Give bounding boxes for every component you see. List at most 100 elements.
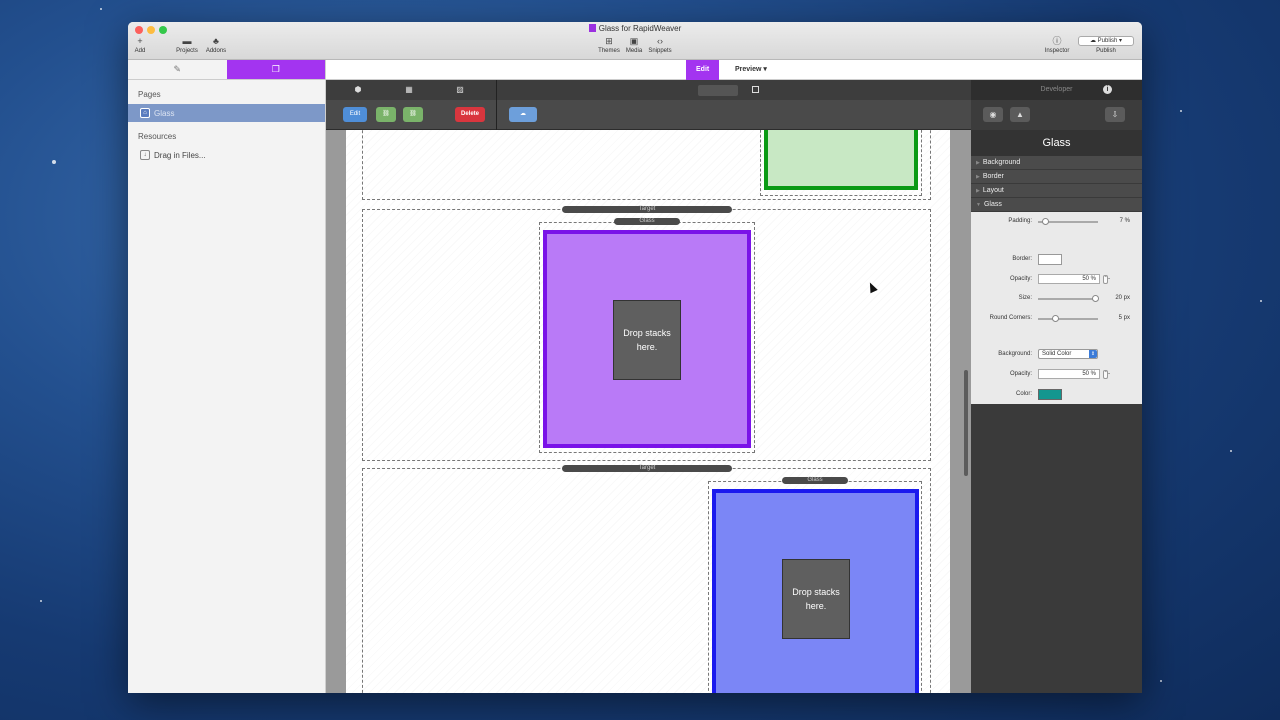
publish-button[interactable]: ☁ Publish ▾ Publish xyxy=(1076,36,1136,54)
projects-label: Projects xyxy=(176,48,198,54)
background-label: Background: xyxy=(998,351,1032,357)
layout-icon[interactable]: ▦ xyxy=(404,85,414,95)
target-label[interactable]: Target xyxy=(562,465,732,472)
publish-label: Publish xyxy=(1096,48,1116,54)
opacity-field[interactable]: 50 % xyxy=(1038,274,1100,284)
target-label[interactable]: Target xyxy=(562,206,732,213)
media-button[interactable]: ▣ Media xyxy=(624,36,644,54)
padding-label: Padding: xyxy=(1008,218,1032,224)
glass-settings: Padding: 7 % Border: Opacity: 50 % ⌃⌄ Si… xyxy=(971,212,1142,404)
addons-button[interactable]: ♣ Addons xyxy=(204,36,228,54)
unlink-icon: ⛓ xyxy=(409,111,417,117)
tools-tab[interactable]: ✎ xyxy=(128,60,227,79)
star xyxy=(1230,450,1232,452)
border-color-swatch[interactable] xyxy=(1038,254,1062,265)
round-corners-slider[interactable] xyxy=(1038,315,1098,322)
color-row: Color: xyxy=(971,389,1142,401)
image-icon[interactable]: ▨ xyxy=(455,85,465,95)
edit-mode-button[interactable]: Edit xyxy=(686,60,720,80)
opacity-stepper[interactable]: ⌃⌄ xyxy=(1103,275,1111,284)
unlink-button[interactable]: ⛓ xyxy=(403,107,423,122)
info-icon[interactable]: i xyxy=(1103,85,1112,94)
eye-icon[interactable]: ◉ xyxy=(983,107,1003,122)
disclosure-right-icon: ▶ xyxy=(976,160,980,166)
glass-panel-green[interactable] xyxy=(764,130,918,190)
round-corners-row: Round Corners: 5 px xyxy=(971,313,1142,325)
themes-button[interactable]: ⊞ Themes xyxy=(597,36,621,54)
inspector-button[interactable]: ⓘ Inspector xyxy=(1042,36,1072,54)
add-label: Add xyxy=(134,48,146,54)
projects-button[interactable]: ▬ Projects xyxy=(174,36,200,54)
drop-stacks-area[interactable]: Drop stacks here. xyxy=(613,300,681,380)
chevron-updown-icon: ⇕ xyxy=(1089,350,1097,358)
info-icon: ⓘ xyxy=(1052,36,1062,46)
inspector-panel: Developer i ◉ ▲ ⇩ Glass ▶ Background ▶ Bor… xyxy=(971,80,1142,693)
canvas-scrollbar[interactable] xyxy=(964,370,968,476)
mode-bar: Edit Preview ▾ xyxy=(326,60,1142,80)
media-label: Media xyxy=(625,48,643,54)
lock-icon[interactable]: ▲ xyxy=(1010,107,1030,122)
document-icon xyxy=(588,24,596,32)
cloud-icon: ☁ xyxy=(520,111,526,117)
themes-label: Themes xyxy=(598,48,620,54)
size-slider[interactable] xyxy=(1038,295,1099,302)
snippets-button[interactable]: ‹› Snippets xyxy=(646,36,674,54)
size-row: Size: 20 px xyxy=(971,293,1142,305)
border-row: Border: xyxy=(971,254,1142,266)
padding-value: 7 % xyxy=(1119,218,1130,224)
width-toggle[interactable] xyxy=(698,85,738,96)
pages-tab[interactable]: ❐ xyxy=(226,60,325,79)
bg-opacity-stepper[interactable]: ⌃⌄ xyxy=(1103,370,1111,379)
slider-knob[interactable] xyxy=(1092,295,1099,302)
export-icon[interactable]: ⇩ xyxy=(1105,107,1125,122)
round-corners-value: 5 px xyxy=(1118,315,1130,321)
download-icon: ↓ xyxy=(140,150,150,160)
box-icon[interactable]: ⬢ xyxy=(353,85,363,95)
pages-icon: ❐ xyxy=(271,64,280,74)
glass-label[interactable]: Glass xyxy=(782,477,848,484)
glass-panel-purple[interactable]: Drop stacks here. xyxy=(543,230,751,448)
sidebar-item-glass[interactable]: ⌂ Glass xyxy=(128,104,325,122)
publish-pill[interactable]: ☁ Publish ▾ xyxy=(1078,36,1134,46)
fullwidth-icon[interactable] xyxy=(752,86,759,93)
section-glass[interactable]: ▼ Glass xyxy=(971,198,1142,212)
background-select[interactable]: Solid Color ⇕ xyxy=(1038,349,1098,359)
drop-stacks-area[interactable]: Drop stacks here. xyxy=(782,559,850,639)
drag-in-files-item[interactable]: ↓ Drag in Files... xyxy=(128,146,325,164)
resources-header: Resources xyxy=(138,132,177,141)
color-label: Color: xyxy=(1015,391,1032,397)
cloud-button[interactable]: ☁ xyxy=(509,107,537,122)
stacks-canvas: Target Glass Drop stacks here. Target Gl… xyxy=(326,130,971,693)
inspector-header: Developer i xyxy=(971,80,1142,100)
bg-opacity-field[interactable]: 50 % xyxy=(1038,369,1100,379)
window-title: Glass for RapidWeaver xyxy=(128,24,1142,33)
glass-label[interactable]: Glass xyxy=(614,218,680,225)
wrench-icon: ✎ xyxy=(173,64,182,74)
delete-button[interactable]: Delete xyxy=(455,107,485,122)
addons-label: Addons xyxy=(205,48,227,54)
star xyxy=(100,8,102,10)
code-icon: ‹› xyxy=(657,36,663,46)
add-button[interactable]: + Add xyxy=(133,36,147,54)
section-border[interactable]: ▶ Border xyxy=(971,170,1142,184)
preview-mode-button[interactable]: Preview ▾ xyxy=(725,60,777,80)
themes-icon: ⊞ xyxy=(605,36,613,46)
star xyxy=(40,600,42,602)
action-bar: Edit ⛓ ⛓ Delete ☁ xyxy=(326,100,971,130)
link-button[interactable]: ⛓ xyxy=(376,107,396,122)
plus-icon: + xyxy=(137,36,143,46)
slider-knob[interactable] xyxy=(1042,218,1049,225)
slider-knob[interactable] xyxy=(1052,315,1059,322)
bg-opacity-label: Opacity: xyxy=(1009,371,1032,377)
color-swatch[interactable] xyxy=(1038,389,1062,400)
section-layout[interactable]: ▶ Layout xyxy=(971,184,1142,198)
inspector-buttons: ◉ ▲ ⇩ xyxy=(971,100,1142,130)
star xyxy=(1160,680,1162,682)
edit-stack-button[interactable]: Edit xyxy=(343,107,367,122)
padding-slider[interactable] xyxy=(1038,218,1098,225)
opacity-row: Opacity: 50 % ⌃⌄ xyxy=(971,274,1142,286)
section-background[interactable]: ▶ Background xyxy=(971,156,1142,170)
glass-panel-blue[interactable]: Drop stacks here. xyxy=(712,489,919,693)
bg-opacity-row: Opacity: 50 % ⌃⌄ xyxy=(971,369,1142,381)
drag-in-files-label: Drag in Files... xyxy=(154,150,206,160)
